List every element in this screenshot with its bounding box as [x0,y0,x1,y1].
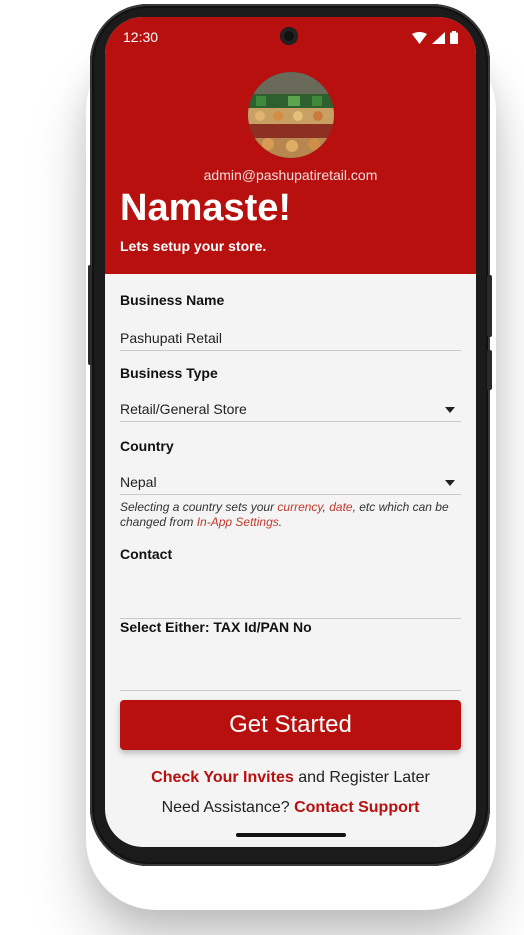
header: 12:30 admin@pashupatiretail.com Namaste!… [105,17,476,274]
hint-date: date [329,500,353,514]
status-icons [412,31,458,44]
chevron-down-icon [445,407,455,413]
hint-text: . [278,515,283,529]
business-type-label: Business Type [120,365,218,381]
tax-pan-input[interactable] [120,664,461,691]
signal-icon [432,31,445,44]
power-button [487,350,492,390]
assistance-text: Need Assistance? [161,799,295,816]
volume-button [487,275,492,337]
page-subtitle: Lets setup your store. [120,238,267,254]
chevron-down-icon [445,480,455,486]
app-screen: 12:30 admin@pashupatiretail.com Namaste!… [105,17,476,847]
get-started-button[interactable]: Get Started [120,700,461,750]
wifi-icon [412,31,427,44]
hint-currency: currency [277,500,323,514]
home-indicator[interactable] [236,833,346,837]
support-line: Need Assistance? Contact Support [105,799,476,817]
business-name-value: Pashupati Retail [120,330,222,346]
contact-input[interactable] [120,592,461,619]
country-hint: Selecting a country sets your currency, … [120,500,461,530]
account-email: admin@pashupatiretail.com [203,167,378,183]
store-avatar[interactable] [248,72,334,158]
page-title: Namaste! [120,187,292,229]
register-later-text: and Register Later [293,769,430,786]
store-photo-icon [248,72,334,158]
front-camera [280,27,298,45]
contact-label: Contact [120,546,173,562]
battery-icon [450,31,458,44]
country-value: Nepal [120,474,157,490]
invites-line: Check Your Invites and Register Later [105,769,476,787]
hint-settings-link[interactable]: In-App Settings [197,515,279,529]
country-select[interactable]: Nepal [120,468,461,495]
business-name-input[interactable]: Pashupati Retail [120,324,461,351]
hint-text: Selecting a country sets your [120,500,278,514]
status-time: 12:30 [123,29,159,45]
country-label: Country [120,438,174,454]
side-button-left [88,265,92,365]
check-invites-link[interactable]: Check Your Invites [151,769,294,786]
business-type-value: Retail/General Store [120,401,247,417]
contact-support-link[interactable]: Contact Support [294,799,419,816]
business-name-label: Business Name [120,292,225,308]
tax-pan-label: Select Either: TAX Id/PAN No [120,619,312,635]
business-type-select[interactable]: Retail/General Store [120,395,461,422]
